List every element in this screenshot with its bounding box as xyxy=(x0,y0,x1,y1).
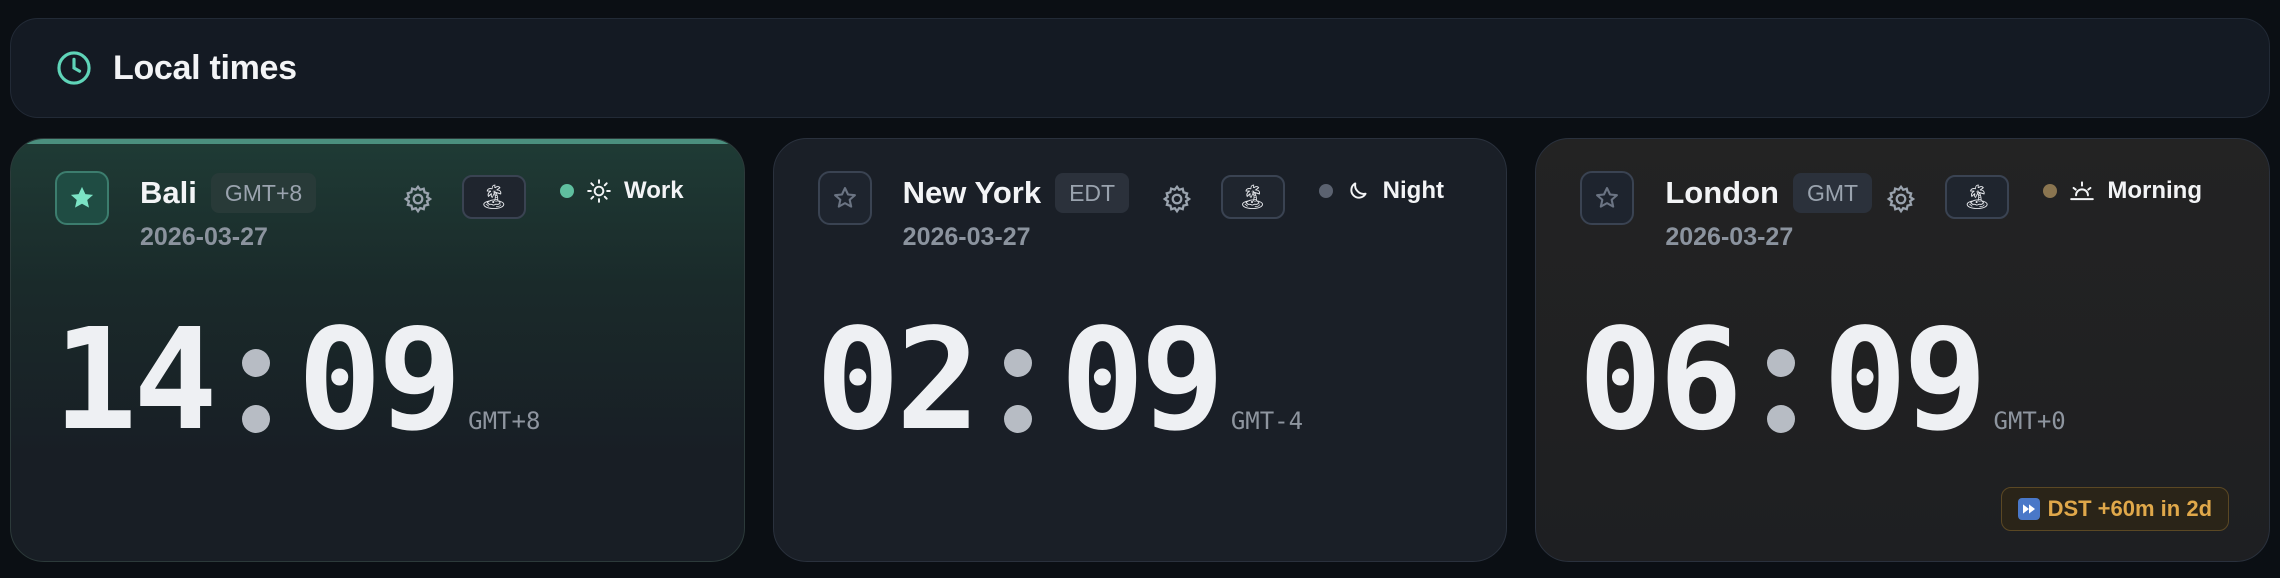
city-date: 2026-03-27 xyxy=(140,223,268,251)
status-label: Morning xyxy=(2107,177,2202,204)
settings-button[interactable] xyxy=(1881,179,1921,219)
city-heading: Bali GMT+8 xyxy=(140,173,317,213)
city-heading: New York EDT xyxy=(902,173,1130,213)
status-label: Night xyxy=(1382,177,1444,204)
city-cards: Bali GMT+8 2026-03-27 🏝 Work 14 09 GMT+8… xyxy=(10,138,2271,562)
sunrise-icon xyxy=(2069,178,2095,204)
status-dot xyxy=(1318,184,1333,198)
settings-button[interactable] xyxy=(398,179,438,219)
status-dot xyxy=(560,184,574,198)
time-separator xyxy=(982,311,1054,451)
hours: 14 xyxy=(53,299,218,462)
status-label: Work xyxy=(624,177,684,204)
beach-umbrella-icon: 🏝 xyxy=(1962,183,1993,211)
utc-offset: GMT+0 xyxy=(1993,407,2066,435)
moon-icon xyxy=(1345,178,1371,204)
city-name: New York xyxy=(902,175,1042,210)
local-times-app: Local times Bali GMT+8 2026-03-27 🏝 Work… xyxy=(0,0,2280,578)
dst-label: DST +60m in 2d xyxy=(2047,496,2213,521)
hours: 06 xyxy=(1578,299,1743,462)
minutes: 09 xyxy=(1060,299,1225,462)
city-name: Bali xyxy=(140,175,197,210)
sun-icon xyxy=(586,178,612,204)
gear-icon xyxy=(1887,184,1916,214)
vacation-button[interactable]: 🏝 xyxy=(1220,175,1285,219)
beach-umbrella-icon: 🏝 xyxy=(1237,183,1268,211)
time-separator xyxy=(220,311,292,451)
settings-button[interactable] xyxy=(1157,179,1197,219)
page-title: Local times xyxy=(113,48,297,87)
day-status: Night xyxy=(1318,177,1444,205)
favorite-star-button[interactable] xyxy=(817,171,872,225)
favorite-star-button[interactable] xyxy=(1580,171,1635,225)
clock-icon xyxy=(55,49,93,87)
city-date: 2026-03-27 xyxy=(902,223,1031,251)
vacation-button[interactable]: 🏝 xyxy=(462,175,526,219)
vacation-button[interactable]: 🏝 xyxy=(1945,175,2010,219)
day-status: Morning xyxy=(2043,177,2202,205)
clock-display: 06 09 GMT+0 xyxy=(1578,311,2065,451)
city-card-london: London GMT 2026-03-27 🏝 Morning 06 09 GM… xyxy=(1535,138,2271,562)
star-outline-icon xyxy=(833,187,856,208)
hours: 02 xyxy=(815,299,981,462)
city-card-bali: Bali GMT+8 2026-03-27 🏝 Work 14 09 GMT+8 xyxy=(10,138,745,562)
city-date: 2026-03-27 xyxy=(1665,223,1794,251)
header-bar: Local times xyxy=(10,18,2270,118)
day-status: Work xyxy=(560,177,684,205)
clock-display: 02 09 GMT-4 xyxy=(816,311,1303,451)
minutes: 09 xyxy=(1822,299,1988,462)
fast-forward-icon xyxy=(2017,498,2040,520)
star-filled-icon xyxy=(70,186,94,208)
timezone-badge: GMT+8 xyxy=(210,173,317,213)
city-heading: London GMT xyxy=(1665,173,1873,213)
beach-umbrella-icon: 🏝 xyxy=(478,183,510,211)
dst-badge: DST +60m in 2d xyxy=(2000,487,2230,531)
star-outline-icon xyxy=(1596,187,1619,208)
minutes: 09 xyxy=(297,299,463,462)
status-dot xyxy=(2043,184,2058,198)
timezone-badge: GMT xyxy=(1792,173,1873,213)
time-separator xyxy=(1745,311,1817,451)
city-name: London xyxy=(1665,175,1779,210)
clock-display: 14 09 GMT+8 xyxy=(53,311,540,451)
timezone-badge: EDT xyxy=(1055,173,1130,213)
gear-icon xyxy=(1162,184,1191,214)
gear-icon xyxy=(403,184,433,214)
utc-offset: GMT-4 xyxy=(1230,407,1304,435)
favorite-star-button[interactable] xyxy=(55,171,109,225)
city-card-new-york: New York EDT 2026-03-27 🏝 Night 02 09 GM… xyxy=(772,138,1508,562)
utc-offset: GMT+8 xyxy=(468,407,541,435)
